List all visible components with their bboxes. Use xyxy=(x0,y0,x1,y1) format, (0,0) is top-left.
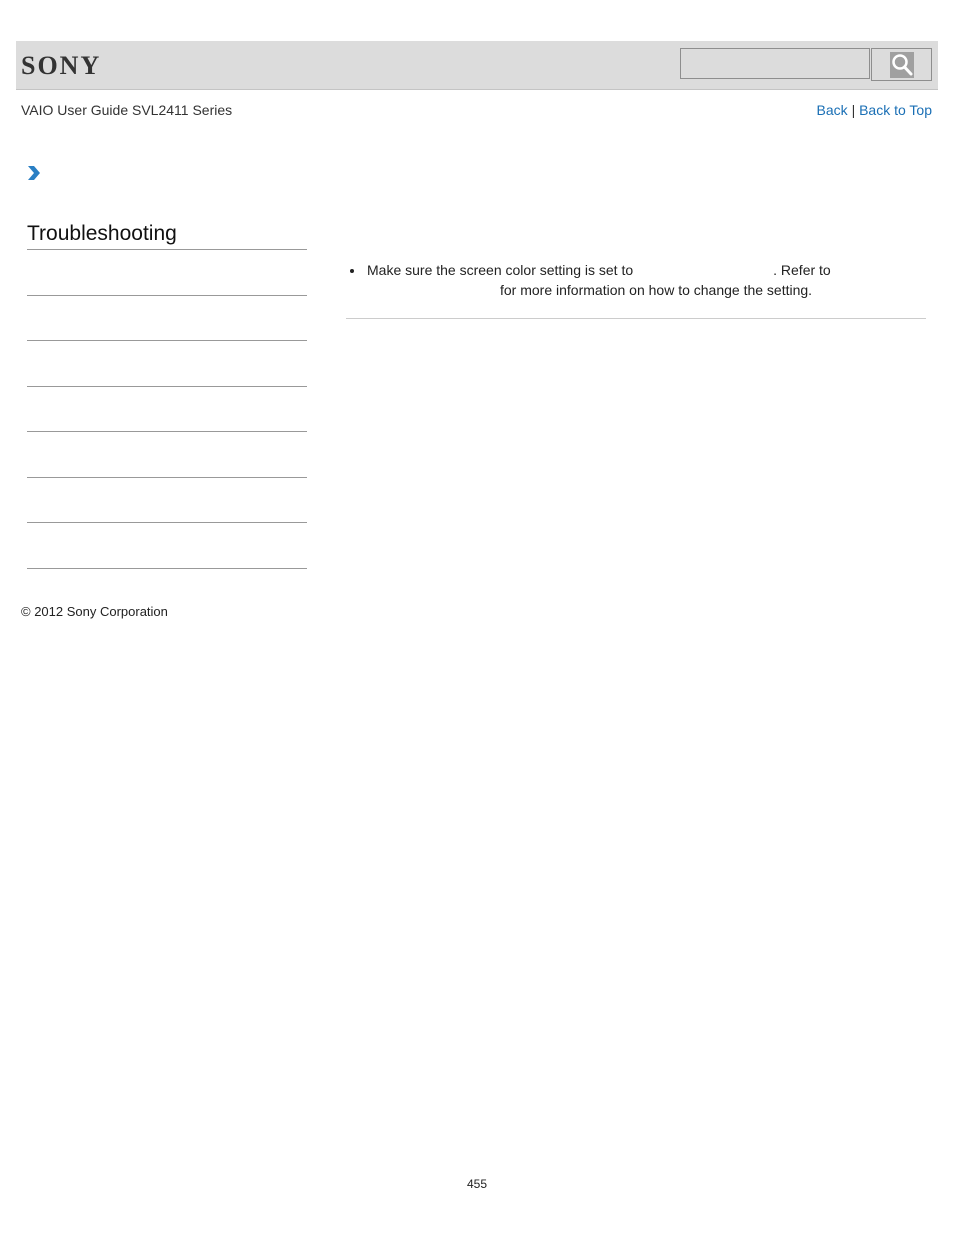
copyright: © 2012 Sony Corporation xyxy=(21,604,168,619)
search-input[interactable] xyxy=(680,48,870,79)
search-button[interactable] xyxy=(871,48,932,81)
content-divider xyxy=(346,318,926,319)
nav-links: Back | Back to Top xyxy=(817,102,932,118)
bullet-text-part3: for more information on how to change th… xyxy=(500,282,813,298)
sidebar-divider xyxy=(27,295,307,296)
sidebar-divider xyxy=(27,477,307,478)
sony-logo: SONY xyxy=(21,51,102,80)
page-number: 455 xyxy=(466,1177,488,1191)
back-link[interactable]: Back xyxy=(817,102,848,118)
chevron-right-icon[interactable] xyxy=(26,164,42,182)
header-bar: SONY xyxy=(16,41,938,90)
main-content: Make sure the screen color setting is se… xyxy=(346,260,926,300)
bullet-text-part1: Make sure the screen color setting is se… xyxy=(367,262,634,278)
sidebar-title: Troubleshooting xyxy=(27,222,177,245)
list-item: Make sure the screen color setting is se… xyxy=(346,260,926,300)
guide-title: VAIO User Guide SVL2411 Series xyxy=(21,102,233,118)
sidebar-divider xyxy=(27,340,307,341)
magnifier-icon xyxy=(889,51,914,78)
sidebar-divider xyxy=(27,568,307,569)
bullet-icon xyxy=(350,269,354,273)
sidebar-divider xyxy=(27,431,307,432)
back-to-top-link[interactable]: Back to Top xyxy=(859,102,932,118)
nav-separator: | xyxy=(851,102,856,118)
bullet-text-part2: . Refer to xyxy=(773,262,831,278)
sidebar-divider xyxy=(27,522,307,523)
sidebar-divider xyxy=(27,249,307,250)
sidebar-divider xyxy=(27,386,307,387)
